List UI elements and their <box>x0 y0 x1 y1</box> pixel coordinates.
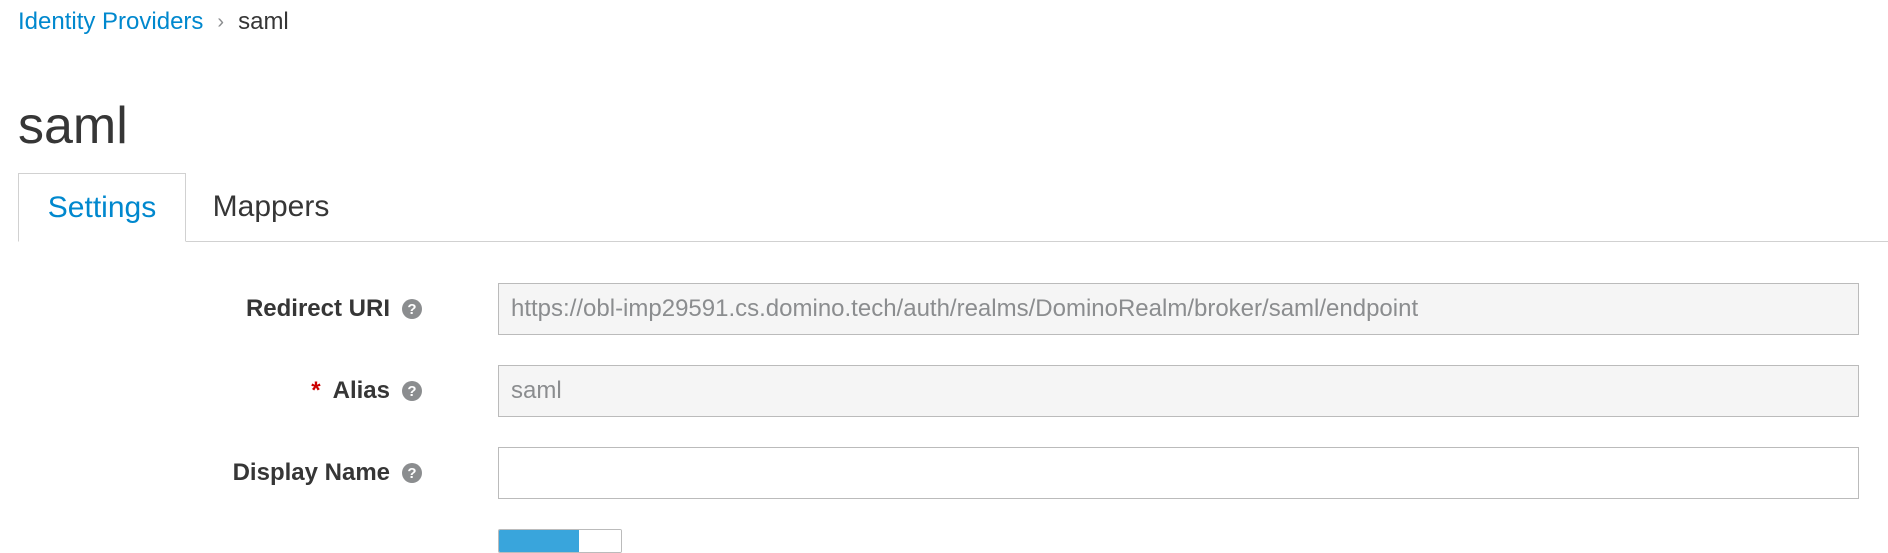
alias-label-text: Alias <box>332 377 390 404</box>
redirect-uri-label-text: Redirect URI <box>245 295 390 322</box>
display-name-label-text: Display Name <box>232 459 390 486</box>
display-name-label: Display Name ? <box>233 447 422 499</box>
question-circle-icon[interactable]: ? <box>402 299 422 319</box>
alias-label: * Alias ? <box>311 365 422 417</box>
display-name-field[interactable] <box>498 447 1859 499</box>
breadcrumb-current: saml <box>238 8 289 35</box>
chevron-right-icon: › <box>217 10 225 33</box>
enabled-toggle[interactable] <box>498 529 622 553</box>
redirect-uri-label: Redirect URI ? <box>246 283 422 335</box>
tab-mappers[interactable]: Mappers <box>186 173 356 241</box>
alias-field[interactable] <box>498 365 1859 417</box>
redirect-uri-field[interactable] <box>498 283 1859 335</box>
tab-settings[interactable]: Settings <box>18 173 186 242</box>
page-title: saml <box>18 97 128 155</box>
toggle-on-segment <box>499 530 579 552</box>
required-asterisk: * <box>311 377 321 404</box>
alias-row: * Alias ? <box>0 365 1888 417</box>
breadcrumb: Identity Providers › saml <box>18 8 289 36</box>
question-circle-icon[interactable]: ? <box>402 381 422 401</box>
redirect-uri-row: Redirect URI ? <box>0 283 1888 335</box>
toggle-off-segment <box>579 530 621 552</box>
display-name-row: Display Name ? <box>0 447 1888 499</box>
breadcrumb-identity-providers-link[interactable]: Identity Providers <box>18 8 203 36</box>
tab-bar: Settings Mappers <box>18 173 1888 242</box>
question-circle-icon[interactable]: ? <box>402 463 422 483</box>
